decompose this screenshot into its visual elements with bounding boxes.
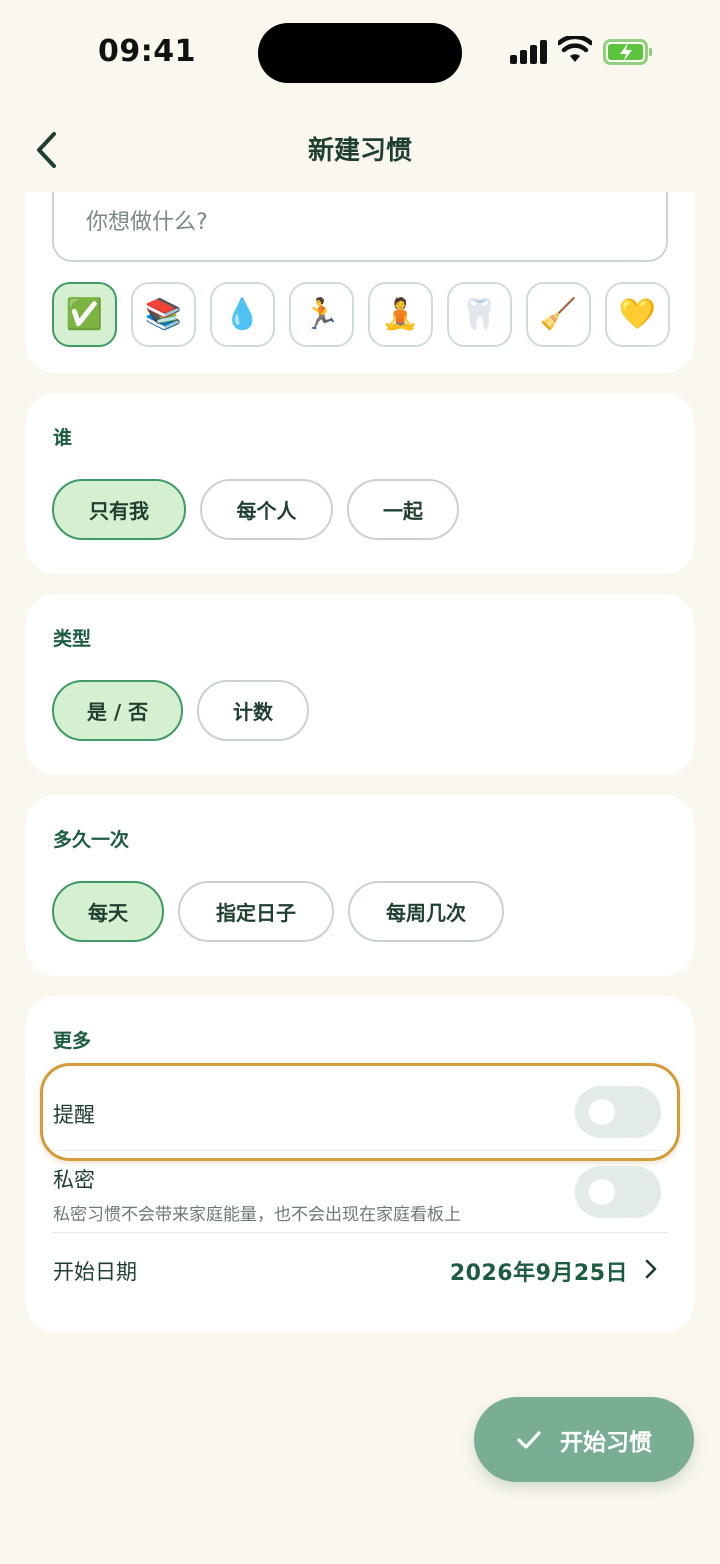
emoji-option-check[interactable]: ✅ [52, 282, 117, 347]
start-habit-label: 开始习惯 [560, 1429, 652, 1456]
dynamic-island [258, 23, 462, 83]
type-label: 类型 [53, 628, 92, 650]
habit-name-card: 你想做什么? ✅ 📚 💧 🏃 🧘 🦷 🧹 💛 [26, 192, 694, 373]
wifi-icon [558, 36, 592, 62]
who-label: 谁 [53, 427, 73, 449]
divider [52, 1232, 668, 1233]
who-option-everyone[interactable]: 每个人 [200, 479, 333, 540]
reminder-label: 提醒 [53, 1103, 95, 1127]
who-option-together[interactable]: 一起 [347, 479, 459, 540]
type-options: 是 / 否 计数 [52, 680, 309, 741]
who-card: 谁 只有我 每个人 一起 [26, 393, 694, 574]
who-option-only-me[interactable]: 只有我 [52, 479, 186, 540]
frequency-label: 多久一次 [53, 829, 130, 851]
habit-name-input[interactable]: 你想做什么? [52, 192, 668, 262]
frequency-options: 每天 指定日子 每周几次 [52, 881, 504, 942]
emoji-option-runner[interactable]: 🏃 [289, 282, 354, 347]
start-date-value[interactable]: 2026年9月25日 [450, 1255, 628, 1287]
divider [52, 1150, 668, 1151]
private-label: 私密 [53, 1168, 95, 1192]
status-bar: 09:41 [0, 0, 720, 100]
emoji-option-meditation[interactable]: 🧘 [368, 282, 433, 347]
private-toggle[interactable] [575, 1166, 661, 1218]
cellular-signal-icon [510, 40, 548, 64]
start-date-label: 开始日期 [53, 1260, 137, 1284]
battery-charging-icon [603, 39, 652, 65]
start-habit-button[interactable]: 开始习惯 [474, 1397, 694, 1482]
status-time: 09:41 [98, 34, 196, 69]
more-settings-card: 更多 提醒 私密 私密习惯不会带来家庭能量，也不会出现在家庭看板上 开始日期 2… [26, 996, 694, 1332]
frequency-option-daily[interactable]: 每天 [52, 881, 164, 942]
chevron-right-icon[interactable] [644, 1258, 658, 1280]
page-title: 新建习惯 [307, 136, 412, 166]
type-option-count[interactable]: 计数 [197, 680, 309, 741]
frequency-option-times-per-week[interactable]: 每周几次 [348, 881, 504, 942]
type-card: 类型 是 / 否 计数 [26, 594, 694, 775]
emoji-picker: ✅ 📚 💧 🏃 🧘 🦷 🧹 💛 [52, 282, 670, 347]
emoji-option-broom[interactable]: 🧹 [526, 282, 591, 347]
emoji-option-yellow-heart[interactable]: 💛 [605, 282, 670, 347]
who-options: 只有我 每个人 一起 [52, 479, 459, 540]
emoji-option-tooth[interactable]: 🦷 [447, 282, 512, 347]
reminder-toggle[interactable] [575, 1086, 661, 1138]
emoji-option-books[interactable]: 📚 [131, 282, 196, 347]
more-label: 更多 [53, 1030, 92, 1052]
emoji-option-droplet[interactable]: 💧 [210, 282, 275, 347]
frequency-card: 多久一次 每天 指定日子 每周几次 [26, 795, 694, 976]
navigation-bar: 新建习惯 [0, 100, 720, 192]
private-description: 私密习惯不会带来家庭能量，也不会出现在家庭看板上 [53, 1205, 461, 1225]
checkmark-icon [517, 1430, 541, 1449]
frequency-option-specific-days[interactable]: 指定日子 [178, 881, 334, 942]
type-option-yes-no[interactable]: 是 / 否 [52, 680, 183, 741]
form-scroll-area[interactable]: 你想做什么? ✅ 📚 💧 🏃 🧘 🦷 🧹 💛 谁 只有我 每个人 一起 类型 是… [0, 192, 720, 1564]
